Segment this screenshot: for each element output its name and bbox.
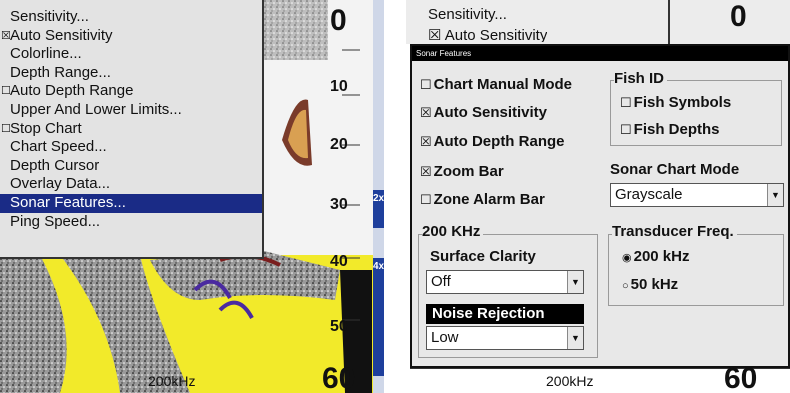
menu-item-label: Depth Range... xyxy=(10,63,111,81)
menu-item-depth-range[interactable]: Depth Range... xyxy=(0,64,262,83)
sonar-chart-left: 0 10 20 30 40 50 60 200kHz 2x 4x Sensiti… xyxy=(0,0,384,393)
bg-menu-item-auto-sensitivity: ☒ Auto Sensitivity xyxy=(428,27,548,42)
checkbox-checked-icon: ☒ xyxy=(420,164,432,179)
dropdown-value: Low xyxy=(431,329,459,346)
menu-item-stop-chart[interactable]: ☐ Stop Chart xyxy=(0,120,262,139)
frequency-label: 200kHz xyxy=(148,373,196,389)
menu-item-label: Depth Cursor xyxy=(10,156,100,174)
menu-item-ping-speed[interactable]: Ping Speed... xyxy=(0,213,262,232)
zone-alarm-bar-checkbox[interactable]: ☐ Zone Alarm Bar xyxy=(420,191,545,208)
depth-tick-20: 20 xyxy=(330,136,348,153)
dropdown-value: Grayscale xyxy=(615,186,683,203)
checkbox-unchecked-icon: ☐ xyxy=(420,192,432,207)
depth-tick-10: 10 xyxy=(330,78,348,95)
menu-item-auto-depth-range[interactable]: ☐ Auto Depth Range xyxy=(0,82,262,101)
surface-clarity-label: Surface Clarity xyxy=(430,248,536,265)
checkbox-label: Zone Alarm Bar xyxy=(433,191,545,208)
fish-id-title: Fish ID xyxy=(614,70,668,87)
zoom-mark-4x: 4x xyxy=(373,258,384,376)
sonar-chart-mode-label: Sonar Chart Mode xyxy=(610,161,740,178)
menu-item-label: Upper And Lower Limits... xyxy=(10,100,182,118)
frequency-label: 200kHz xyxy=(546,373,594,389)
menu-item-label: Chart Speed... xyxy=(10,138,107,156)
sonar-features-dialog: Sonar Features ☐ Chart Manual Mode ☒ Auto … xyxy=(410,44,790,368)
chevron-down-icon: ▼ xyxy=(567,327,583,349)
auto-sensitivity-checkbox[interactable]: ☒ Auto Sensitivity xyxy=(420,104,547,121)
checkbox-unchecked-icon: ☐ xyxy=(1,85,11,98)
surface-clarity-dropdown[interactable]: Off ▼ xyxy=(426,270,584,294)
menu-item-label: Sensitivity... xyxy=(10,8,89,25)
menu-item-label: Auto Sensitivity xyxy=(10,26,113,44)
depth-top-label: 0 xyxy=(330,4,347,37)
chevron-down-icon: ▼ xyxy=(767,184,783,206)
noise-rejection-dropdown[interactable]: Low ▼ xyxy=(426,326,584,350)
menu-item-label: Stop Chart xyxy=(10,119,82,137)
menu-item-chart-speed[interactable]: Chart Speed... xyxy=(0,138,262,157)
menu-item-auto-sensitivity[interactable]: ☒ Auto Sensitivity xyxy=(0,27,262,46)
divider xyxy=(668,0,670,44)
menu-item-label: Auto Depth Range xyxy=(10,82,134,100)
freq-200khz-radio[interactable]: ◉ 200 kHz xyxy=(622,248,689,265)
menu-item-label: Ping Speed... xyxy=(10,212,101,230)
menu-item-sensitivity[interactable]: Sensitivity... xyxy=(0,8,262,27)
zoom-bar-checkbox[interactable]: ☒ Zoom Bar xyxy=(420,163,504,180)
transducer-freq-title: Transducer Freq. xyxy=(612,223,737,240)
chevron-down-icon: ▼ xyxy=(567,271,583,293)
zoom-mark-2x: 2x xyxy=(373,190,384,228)
checkbox-label: Fish Symbols xyxy=(633,94,732,111)
menu-item-label: Overlay Data... xyxy=(10,175,111,193)
checkbox-checked-icon: ☒ xyxy=(420,134,432,149)
checkbox-unchecked-icon: ☐ xyxy=(620,122,632,137)
dialog-title: Sonar Features xyxy=(412,46,788,61)
depth-bottom-label: 60 xyxy=(322,362,356,393)
menu-item-overlay-data[interactable]: Overlay Data... xyxy=(0,175,262,194)
dropdown-value: Off xyxy=(431,273,451,290)
depth-bottom-label: 60 xyxy=(724,362,758,393)
sonar-chart-mode-dropdown[interactable]: Grayscale ▼ xyxy=(610,183,784,207)
depth-tick-50: 50 xyxy=(330,318,348,335)
checkbox-label: Fish Depths xyxy=(633,121,720,138)
checkbox-checked-icon: ☒ xyxy=(420,105,432,120)
radio-label: 200 kHz xyxy=(633,248,690,265)
checkbox-unchecked-icon: ☐ xyxy=(1,122,11,135)
sonar-features-screen: Sensitivity... ☒ Auto Sensitivity 0 Sona… xyxy=(406,0,790,393)
depth-tick-30: 30 xyxy=(330,196,348,213)
checkbox-label: Auto Depth Range xyxy=(433,133,565,150)
checkbox-checked-icon: ☒ xyxy=(1,29,11,42)
depth-top-label: 0 xyxy=(730,0,747,33)
noise-rejection-label: Noise Rejection xyxy=(426,304,584,324)
checkbox-unchecked-icon: ☐ xyxy=(420,77,432,92)
auto-depth-range-checkbox[interactable]: ☒ Auto Depth Range xyxy=(420,133,564,150)
menu-item-label: Colorline... xyxy=(10,45,82,63)
checkbox-label: Chart Manual Mode xyxy=(433,76,572,93)
fish-symbols-checkbox[interactable]: ☐ Fish Symbols xyxy=(620,94,731,111)
depth-tick-40: 40 xyxy=(330,253,348,270)
bg-menu-item-sensitivity: Sensitivity... xyxy=(428,6,507,23)
khz-section-title: 200 KHz xyxy=(422,223,484,240)
radio-unselected-icon: ○ xyxy=(622,280,629,292)
checkbox-label: Auto Sensitivity xyxy=(433,104,548,121)
background-menu: Sensitivity... ☒ Auto Sensitivity 0 xyxy=(406,0,790,44)
checkbox-unchecked-icon: ☐ xyxy=(620,95,632,110)
transducer-freq-group xyxy=(608,234,784,306)
chart-manual-mode-checkbox[interactable]: ☐ Chart Manual Mode xyxy=(420,76,572,93)
checkbox-label: Zoom Bar xyxy=(433,163,504,180)
radio-selected-icon: ◉ xyxy=(622,252,632,264)
zoom-bar: 2x 4x xyxy=(373,0,384,393)
menu-item-sonar-features[interactable]: Sonar Features... xyxy=(0,193,262,213)
fish-depths-checkbox[interactable]: ☐ Fish Depths xyxy=(620,121,720,138)
freq-50khz-radio[interactable]: ○ 50 kHz xyxy=(622,276,678,293)
radio-label: 50 kHz xyxy=(630,276,679,293)
menu-item-upper-lower-limits[interactable]: Upper And Lower Limits... xyxy=(0,101,262,120)
menu-item-label: Sonar Features... xyxy=(10,193,126,211)
sonar-menu: Sensitivity... ☒ Auto Sensitivity Colorl… xyxy=(0,0,264,259)
menu-item-colorline[interactable]: Colorline... xyxy=(0,45,262,64)
menu-item-depth-cursor[interactable]: Depth Cursor xyxy=(0,157,262,176)
